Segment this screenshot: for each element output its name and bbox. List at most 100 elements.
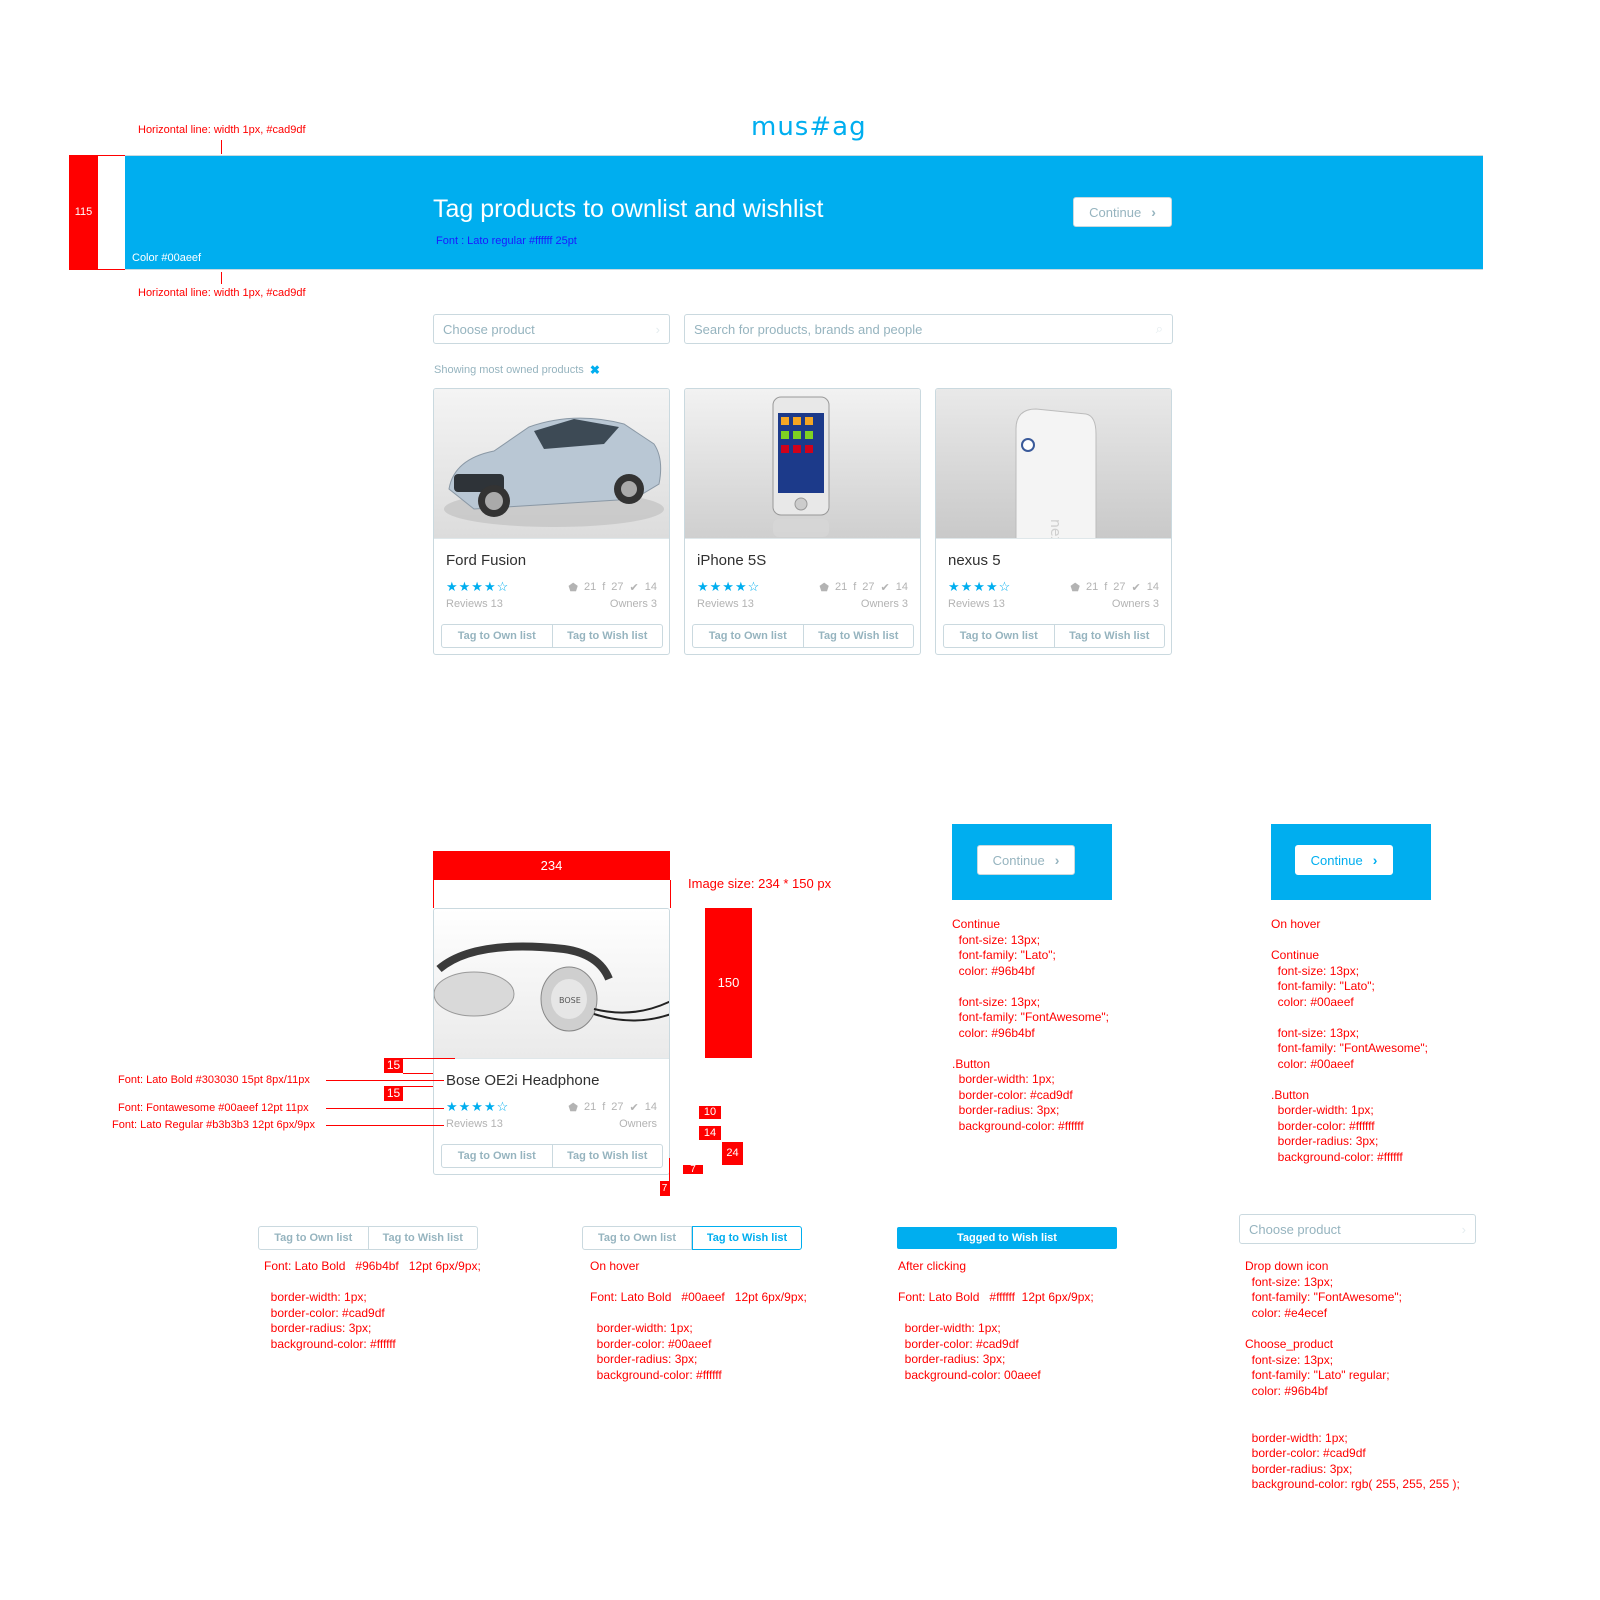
chevron-right-icon: › [1372, 852, 1378, 868]
product-image-headphone[interactable]: BOSE [434, 909, 669, 1059]
owners-count: Owners 3 [609, 598, 657, 610]
marker-line [403, 1073, 433, 1074]
facebook-count: 27 [862, 581, 875, 593]
continue-button-default[interactable]: Continue › [977, 845, 1075, 875]
line-note-top: Horizontal line: width 1px, #cad9df [138, 124, 306, 136]
chevron-right-icon: › [1461, 1221, 1466, 1237]
tag-button-group: Tag to Own list Tag to Wish list [692, 624, 914, 648]
button-clicked-note: After clicking Font: Lato Bold #ffffff 1… [898, 1259, 1094, 1382]
product-name[interactable]: nexus 5 [948, 552, 1001, 569]
product-card[interactable]: nexus nexus 5 ★★★★☆ ⬟ 21 f 27 ✔ 14 Reviews … [935, 388, 1172, 655]
product-stats: ⬟ 21 f 27 ✔ 14 [568, 581, 657, 594]
reviews-count: Reviews 13 [446, 1118, 503, 1130]
continue-button[interactable]: Continue › [1073, 197, 1172, 227]
rating-stars: ★★★★☆ [697, 579, 761, 594]
continue-button-hover[interactable]: Continue › [1295, 845, 1393, 875]
showing-filter: Showing most owned products ✖ [434, 363, 600, 377]
search-input[interactable]: Search for products, brands and people ⌕ [684, 314, 1173, 344]
tag-icon: ⬟ [568, 582, 578, 594]
image-size-note: Image size: 234 * 150 px [688, 876, 832, 891]
tag-buttons-hover: Tag to Own list Tag to Wish list [582, 1226, 802, 1250]
font-stars-note: Font: Fontawesome #00aeef 12pt 11px [118, 1102, 309, 1114]
marker-line [433, 880, 434, 908]
tag-own-button[interactable]: Tag to Own list [693, 625, 803, 647]
product-name[interactable]: Bose OE2i Headphone [446, 1072, 599, 1089]
button-default-note: Font: Lato Bold #96b4bf 12pt 6px/9px; bo… [264, 1259, 481, 1351]
owners-count: Owners [619, 1118, 657, 1130]
tag-wish-button[interactable]: Tag to Wish list [368, 1226, 478, 1250]
tag-count: 21 [834, 581, 848, 593]
tag-count: 21 [583, 581, 597, 593]
tag-wish-button[interactable]: Tag to Wish list [1053, 625, 1165, 647]
tag-own-button[interactable]: Tag to Own list [582, 1226, 692, 1250]
twitter-count: 14 [644, 1101, 657, 1113]
margin-marker: 14 [699, 1126, 721, 1140]
tag-wish-button-hover[interactable]: Tag to Wish list [692, 1226, 802, 1250]
product-name[interactable]: Ford Fusion [446, 552, 526, 569]
product-card[interactable]: Ford Fusion ★★★★☆ ⬟ 21 f 27 ✔ 14 Reviews 13… [433, 388, 670, 655]
product-card[interactable]: iPhone 5S ★★★★☆ ⬟ 21 f 27 ✔ 14 Reviews 13 O… [684, 388, 921, 655]
product-image-nexus[interactable]: nexus [936, 389, 1171, 539]
twitter-count: 14 [644, 581, 657, 593]
rating-stars: ★★★★☆ [948, 579, 1012, 594]
product-image-phone[interactable] [685, 389, 920, 539]
tag-own-button[interactable]: Tag to Own list [944, 625, 1054, 647]
line-note-bottom: Horizontal line: width 1px, #cad9df [138, 287, 306, 299]
spec-product-card[interactable]: BOSE Bose OE2i Headphone ★★★★☆ ⬟ 21 f 27 ✔… [433, 908, 670, 1175]
tag-icon: ⬟ [1070, 582, 1080, 594]
tag-wish-button[interactable]: Tag to Wish list [551, 1145, 663, 1167]
chevron-right-icon: › [1151, 204, 1156, 220]
continue-label: Continue [1310, 852, 1363, 868]
product-name[interactable]: iPhone 5S [697, 552, 766, 569]
product-stats: ⬟ 21 f 27 ✔ 14 [1070, 581, 1159, 594]
choose-product-dropdown[interactable]: Choose product › [433, 314, 670, 344]
marker-line [326, 1125, 444, 1126]
continue-default-note: Continue font-size: 13px; font-family: "… [952, 917, 1110, 1133]
facebook-icon: f [602, 1101, 606, 1113]
clear-filter-icon[interactable]: ✖ [590, 363, 600, 377]
chevron-right-icon: › [1054, 852, 1060, 868]
facebook-count: 27 [1113, 581, 1126, 593]
twitter-icon: ✔ [1131, 582, 1141, 594]
tag-own-button[interactable]: Tag to Own list [442, 1145, 552, 1167]
marker-line [326, 1080, 444, 1081]
tag-own-button[interactable]: Tag to Own list [258, 1226, 369, 1250]
tag-own-button[interactable]: Tag to Own list [442, 625, 552, 647]
marker-line [98, 155, 125, 156]
tag-wish-button[interactable]: Tag to Wish list [802, 625, 914, 647]
twitter-icon: ✔ [629, 1102, 639, 1114]
tag-icon: ⬟ [568, 1102, 578, 1114]
choose-product-placeholder: Choose product [443, 321, 535, 337]
mustag-logo[interactable]: mus#ag [751, 112, 867, 142]
font-meta-note: Font: Lato Regular #b3b3b3 12pt 6px/9px [112, 1119, 316, 1131]
marker-line [403, 1058, 455, 1059]
choose-product-dropdown-spec[interactable]: Choose product › [1239, 1214, 1476, 1244]
tag-button-group: Tag to Own list Tag to Wish list [441, 624, 663, 648]
tagged-wish-button[interactable]: Tagged to Wish list [897, 1227, 1117, 1249]
margin-marker: 15 [384, 1058, 403, 1073]
product-stats: ⬟ 21 f 27 ✔ 14 [819, 581, 908, 594]
continue-label: Continue [1089, 204, 1142, 220]
tag-icon: ⬟ [819, 582, 829, 594]
tag-button-group: Tag to Own list Tag to Wish list [943, 624, 1165, 648]
twitter-count: 14 [895, 581, 908, 593]
facebook-icon: f [853, 581, 857, 593]
tag-count: 21 [1085, 581, 1099, 593]
twitter-icon: ✔ [629, 582, 639, 594]
dropdown-note: Drop down icon font-size: 13px; font-fam… [1245, 1259, 1460, 1492]
tag-button-group: Tag to Own list Tag to Wish list [441, 1144, 663, 1168]
margin-marker: 24 [722, 1142, 743, 1165]
facebook-icon: f [1104, 581, 1108, 593]
facebook-icon: f [602, 581, 606, 593]
facebook-count: 27 [611, 581, 624, 593]
tag-wish-button[interactable]: Tag to Wish list [551, 625, 663, 647]
search-icon: ⌕ [1155, 321, 1163, 336]
marker-line [98, 269, 125, 270]
rating-stars: ★★★★☆ [446, 1099, 510, 1114]
button-hover-note: On hover Font: Lato Bold #00aeef 12pt 6p… [590, 1259, 807, 1382]
product-image-car[interactable] [434, 389, 669, 539]
tag-count: 21 [583, 1101, 597, 1113]
owners-count: Owners 3 [1111, 598, 1159, 610]
facebook-count: 27 [611, 1101, 624, 1113]
margin-marker: 15 [384, 1086, 403, 1101]
